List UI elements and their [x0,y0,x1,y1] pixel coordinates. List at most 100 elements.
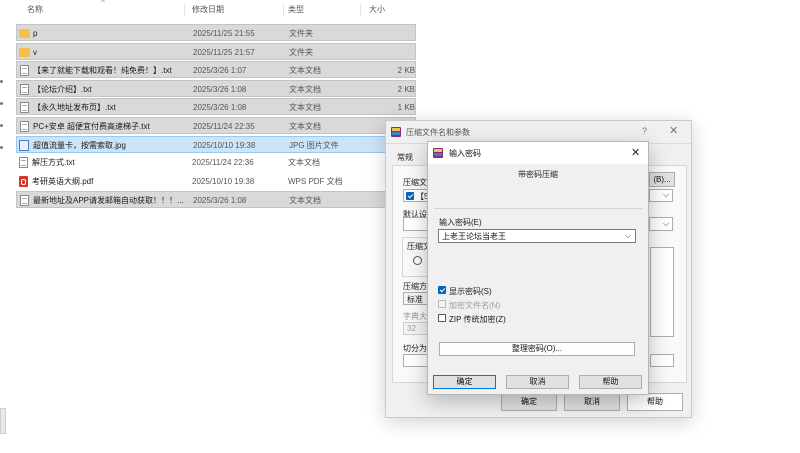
file-row[interactable]: p 2025/11/25 21:55 文件夹 [16,24,416,41]
password-ok-button[interactable]: 确定 [433,375,496,389]
split-volume-label: 切分为 [403,344,427,353]
close-icon[interactable]: ✕ [669,124,678,137]
file-row[interactable]: 解压方式.txt 2025/11/24 22:36 文本文档 [16,154,416,171]
tab-general[interactable]: 常规 [397,152,413,163]
file-row[interactable]: 超值流量卡，按需索取.jpg 2025/10/10 19:38 JPG 图片文件 [16,135,416,153]
file-size: 2 KB [397,84,415,94]
column-divider[interactable] [360,4,361,16]
column-divider[interactable] [283,4,284,16]
column-header-type[interactable]: 类型 [288,0,304,20]
password-label: 输入密码(E) [439,218,482,227]
file-name: 超值流量卡，按需索取.jpg [33,140,126,150]
file-name: PC+安卓 超便宜付费高速梯子.txt [33,122,150,131]
file-row[interactable]: PC+安卓 超便宜付费高速梯子.txt 2025/11/24 22:35 文本文档 [16,117,416,134]
update-mode-dropdown[interactable]: ⌵ [649,217,673,231]
file-size: 2 KB [397,66,415,76]
file-row[interactable]: 最新地址及APP请发邮箱自动获取！！！... 2025/3/26 1:08 文本文档 [16,191,416,209]
nav-expander-icon[interactable] [0,146,3,149]
file-modified-date: 2025/11/24 22:35 [193,122,255,131]
file-name: 【来了就能下载和观看！纯免费！】.txt [33,66,172,76]
help-icon[interactable]: ? [642,126,647,136]
split-volume-input[interactable] [403,354,429,367]
compression-method-dropdown[interactable]: 标准 [403,292,429,305]
sort-up-icon: ^ [101,0,105,7]
file-name: 解压方式.txt [32,158,75,168]
password-help-button[interactable]: 帮助 [579,375,642,389]
column-header-size[interactable]: 大小 [369,0,385,20]
archive-ok-button[interactable]: 确定 [501,393,557,411]
file-row[interactable]: 【永久地址发布页】.txt 2025/3/26 1:08 文本文档 1 KB [16,98,416,116]
format-radio[interactable] [413,256,422,265]
file-type: 文本文档 [288,158,320,168]
sidebar-scrollbar[interactable] [0,408,6,434]
archive-cancel-button[interactable]: 取消 [564,393,620,411]
file-modified-date: 2025/3/26 1:07 [193,66,247,76]
close-icon[interactable]: ✕ [631,146,640,159]
file-modified-date: 2025/3/26 1:08 [193,196,247,206]
browse-button[interactable]: (B)... [649,172,675,187]
file-name: 【永久地址发布页】.txt [33,103,116,113]
password-dialog-title: 输入密码 [449,149,481,158]
text-file-icon [19,157,28,169]
file-type: 文本文档 [289,66,321,76]
file-modified-date: 2025/10/10 19:38 [192,176,255,186]
file-name: 最新地址及APP请发邮箱自动获取！！！... [33,196,184,206]
nav-expander-icon[interactable] [0,80,3,83]
zip-legacy-encryption-label[interactable]: ZIP 传统加密(Z) [449,314,506,325]
dictionary-size-label: 字典大 [403,312,427,321]
default-settings-control[interactable] [403,217,429,231]
file-modified-date: 2025/3/26 1:08 [193,103,247,113]
file-modified-date: 2025/11/24 22:36 [192,158,254,168]
text-file-icon [20,102,29,114]
text-file-icon [20,83,29,95]
nav-expander-icon[interactable] [0,124,3,127]
file-row[interactable]: v 2025/11/25 21:57 文件夹 [16,42,416,60]
text-file-icon [20,65,29,77]
file-type: 文本文档 [289,103,321,113]
chevron-down-icon[interactable]: ⌵ [625,231,631,241]
archive-app-icon [391,127,401,137]
options-list[interactable] [650,247,674,337]
file-name: 考研英语大纲.pdf [32,176,94,186]
file-type: 文件夹 [289,29,313,38]
organize-passwords-button[interactable]: 整理密码(O)... [439,342,635,356]
archive-dialog-title: 压缩文件名和参数 [406,128,470,137]
column-header-name[interactable]: 名称 [27,0,43,20]
folder-icon [19,29,30,38]
file-modified-date: 2025/3/26 1:08 [193,84,247,94]
password-dialog: 输入密码 ✕ 带密码压缩 输入密码(E) 上老王论坛当老王 ⌵ 显示密码(S) … [427,141,649,395]
file-row[interactable]: 【论坛介绍】.txt 2025/3/26 1:08 文本文档 2 KB [16,79,416,97]
zip-legacy-encryption-checkbox[interactable] [438,314,446,322]
password-cancel-button[interactable]: 取消 [506,375,569,389]
file-name: 【论坛介绍】.txt [33,84,92,94]
file-row[interactable]: 【来了就能下载和观看！纯免费！】.txt 2025/3/26 1:07 文本文档 2 … [16,61,416,79]
file-type: 文本文档 [289,122,321,131]
file-name: v [33,47,37,57]
file-type: 文本文档 [289,84,321,94]
file-type: 文本文档 [289,196,321,206]
show-password-checkbox[interactable] [438,286,446,294]
archive-help-button[interactable]: 帮助 [627,393,683,411]
text-file-icon [20,121,29,132]
chevron-down-icon: ⌵ [663,219,670,228]
encrypt-filenames-checkbox[interactable] [438,300,446,308]
file-modified-date: 2025/10/10 19:38 [193,140,256,150]
file-type: WPS PDF 文档 [288,176,343,186]
profile-dropdown[interactable]: ⌵ [649,189,673,202]
text-file-icon [20,195,29,207]
chevron-down-icon: ⌵ [663,190,670,199]
pdf-file-icon [19,175,28,187]
column-divider[interactable] [184,4,185,16]
encrypt-filenames-label[interactable]: 加密文件名(N) [449,300,500,311]
split-unit-dropdown[interactable] [650,354,674,367]
folder-icon [19,47,30,57]
nav-expander-icon[interactable] [0,102,3,105]
compression-method-label: 压缩方 [403,282,427,291]
file-row[interactable]: 考研英语大纲.pdf2025/10/10 19:38WPS PDF 文档1 [16,173,416,190]
file-modified-date: 2025/11/25 21:55 [193,29,255,38]
dictionary-size-dropdown[interactable]: 32 [403,322,429,335]
image-file-icon [19,139,29,151]
column-header-date[interactable]: 修改日期 [192,0,224,20]
show-password-label[interactable]: 显示密码(S) [449,286,492,297]
password-input[interactable]: 上老王论坛当老王 ⌵ [438,229,636,243]
